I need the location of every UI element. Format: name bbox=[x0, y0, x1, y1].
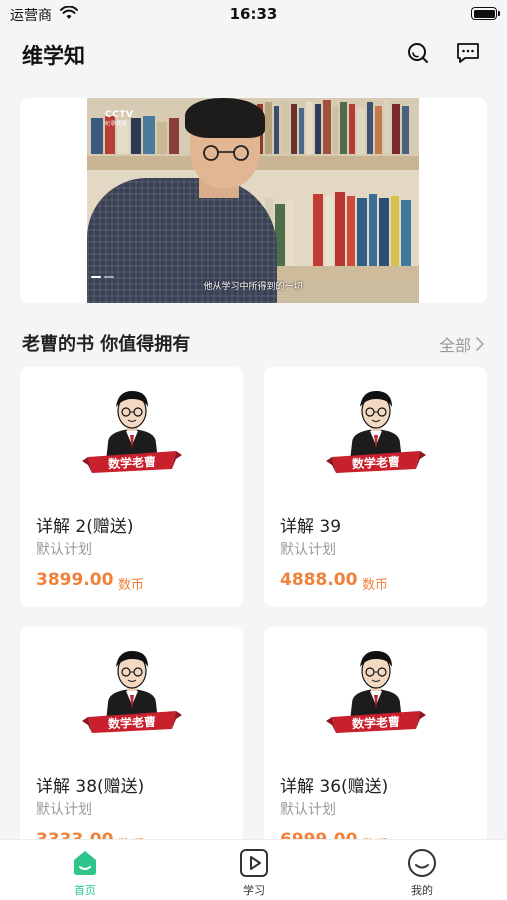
home-icon bbox=[74, 851, 96, 875]
book-card[interactable]: 数学老曹 详解 39 默认计划 4888.00 数币 bbox=[264, 367, 487, 607]
message-icon bbox=[457, 43, 479, 63]
section-title: 老曹的书 你值得拥有 bbox=[22, 334, 191, 355]
book-plan: 默认计划 bbox=[280, 542, 336, 558]
book-price: 3899.00 bbox=[36, 570, 114, 590]
book-title: 详解 36(赠送) bbox=[280, 777, 389, 797]
book-cover-image: 数学老曹 bbox=[326, 391, 426, 473]
tab-mine[interactable]: 我的 bbox=[382, 848, 462, 898]
tab-label: 首页 bbox=[74, 884, 96, 897]
status-time: 16:33 bbox=[229, 5, 278, 23]
see-all-link[interactable]: 全部 bbox=[439, 332, 485, 356]
carousel-dot[interactable] bbox=[104, 276, 114, 278]
chevron-right-icon bbox=[476, 337, 484, 351]
book-card[interactable]: 数学老曹 详解 38(赠送) 默认计划 3333.00 数币 bbox=[20, 627, 243, 867]
price-unit: 数币 bbox=[362, 578, 389, 593]
book-plan: 默认计划 bbox=[36, 802, 92, 818]
tab-label: 我的 bbox=[411, 884, 433, 897]
smile-icon bbox=[408, 849, 436, 877]
status-bar: 运营商 16:33 bbox=[0, 0, 507, 30]
tab-label: 学习 bbox=[243, 884, 265, 897]
cover-banner-text: 数学老曹 bbox=[352, 454, 401, 471]
book-plan: 默认计划 bbox=[280, 802, 336, 818]
nav-bar: 维学知 bbox=[0, 30, 507, 80]
price-unit: 数币 bbox=[118, 578, 145, 593]
see-all-label: 全部 bbox=[438, 336, 471, 355]
bottom-tab-bar: 首页 学习 我的 bbox=[0, 839, 507, 900]
search-icon bbox=[408, 43, 428, 63]
carousel-dot[interactable] bbox=[91, 276, 101, 278]
video-subtitle: 他从学习中所得到的一切 bbox=[203, 282, 303, 292]
message-button[interactable] bbox=[453, 38, 483, 68]
play-icon bbox=[240, 849, 268, 877]
channel-logo: CCTV 纪录频道 bbox=[105, 110, 134, 127]
cover-banner-text: 数学老曹 bbox=[352, 714, 401, 731]
app-title: 维学知 bbox=[22, 44, 85, 68]
battery-icon bbox=[471, 7, 500, 20]
book-price: 4888.00 bbox=[280, 570, 358, 590]
book-cover-image: 数学老曹 bbox=[82, 391, 182, 473]
book-cover-image: 数学老曹 bbox=[82, 651, 182, 733]
carousel-indicator[interactable] bbox=[91, 276, 114, 278]
tab-learn[interactable]: 学习 bbox=[214, 848, 294, 898]
cover-banner-text: 数学老曹 bbox=[108, 454, 157, 471]
banner-image[interactable]: CCTV 纪录频道 他从学习中所得到的一切 bbox=[87, 98, 419, 303]
banner-carousel[interactable]: CCTV 纪录频道 他从学习中所得到的一切 bbox=[20, 98, 487, 303]
book-cover-image: 数学老曹 bbox=[326, 651, 426, 733]
book-card[interactable]: 数学老曹 详解 36(赠送) 默认计划 6999.00 数币 bbox=[264, 627, 487, 867]
book-card[interactable]: 数学老曹 详解 2(赠送) 默认计划 3899.00 数币 bbox=[20, 367, 243, 607]
book-plan: 默认计划 bbox=[36, 542, 92, 558]
book-title: 详解 38(赠送) bbox=[36, 777, 145, 797]
book-title: 详解 39 bbox=[280, 517, 342, 537]
book-title: 详解 2(赠送) bbox=[36, 517, 134, 537]
search-button[interactable] bbox=[403, 38, 433, 68]
cover-banner-text: 数学老曹 bbox=[108, 714, 157, 731]
tab-home[interactable]: 首页 bbox=[45, 848, 125, 898]
